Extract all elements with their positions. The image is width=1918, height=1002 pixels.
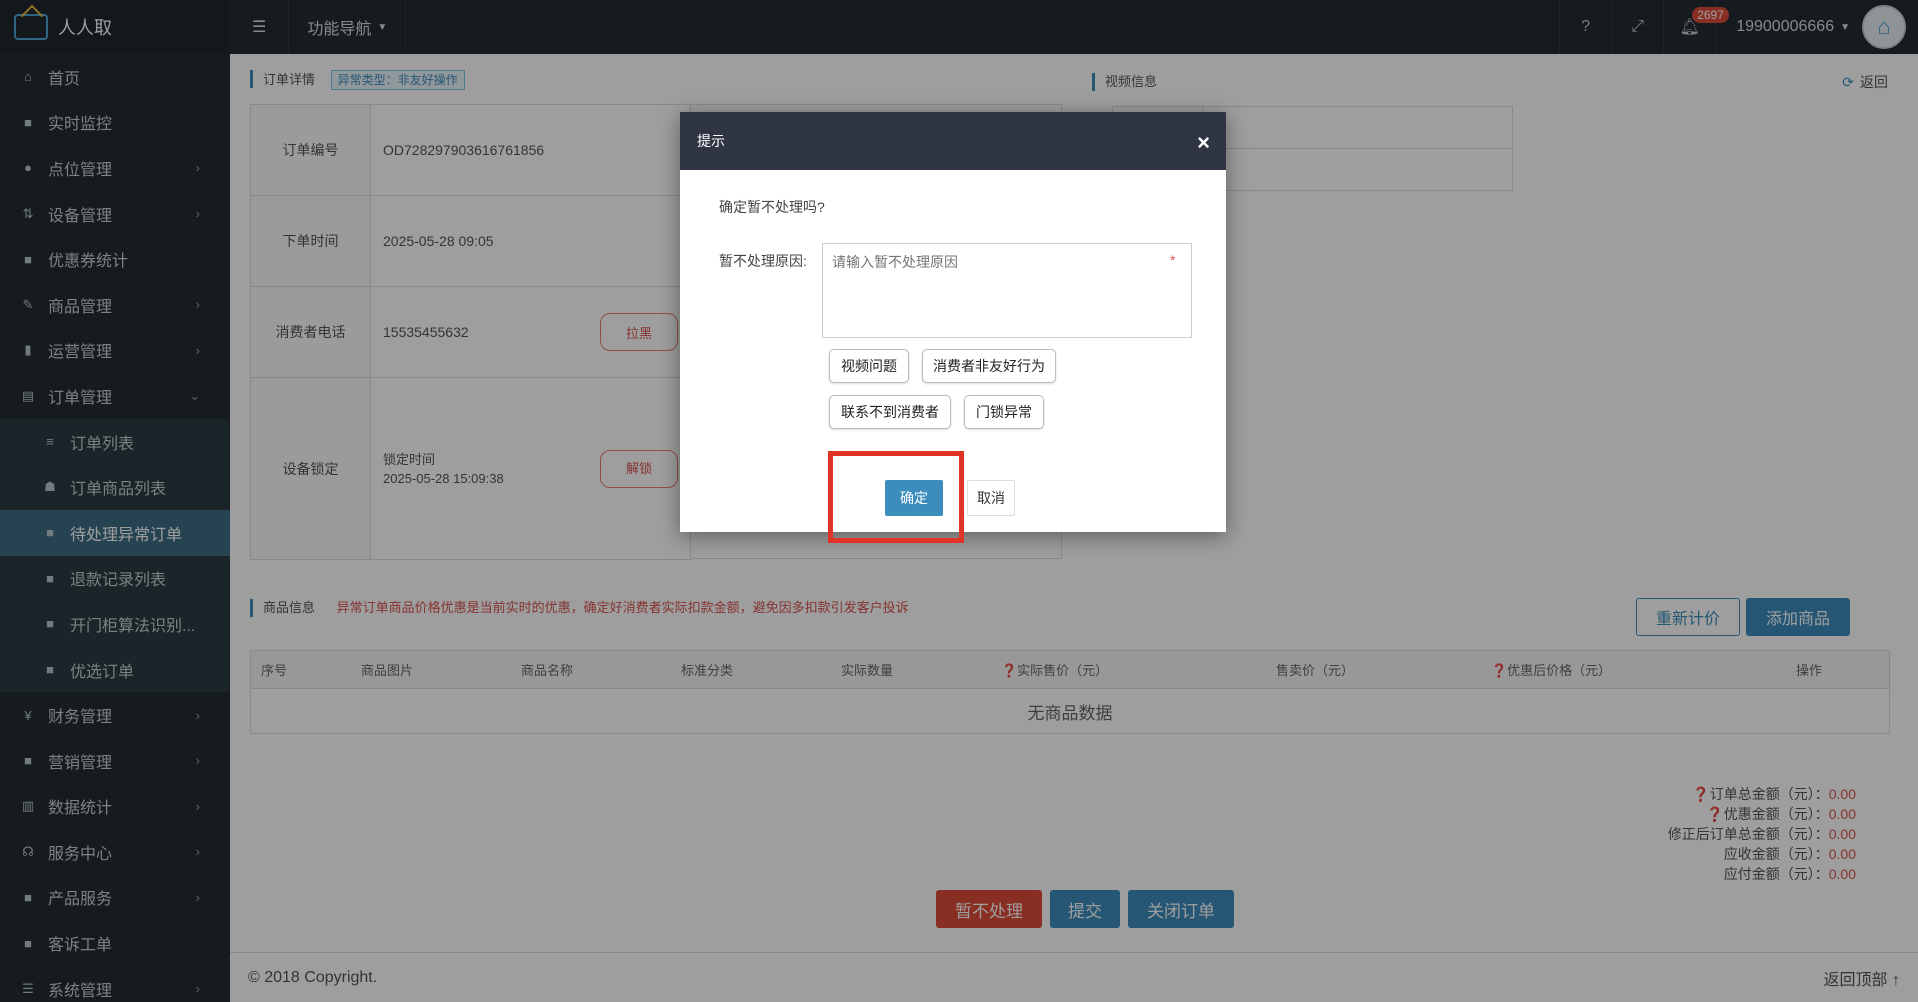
close-icon[interactable]: × <box>1197 130 1210 156</box>
dialog-question: 确定暂不处理吗? <box>719 199 825 215</box>
dialog-title: 提示 <box>697 133 725 149</box>
reason-chip-lock[interactable]: 门锁异常 <box>964 395 1044 429</box>
required-mark: * <box>1170 252 1176 268</box>
reason-chip-unreachable[interactable]: 联系不到消费者 <box>829 395 951 429</box>
highlight-box <box>828 451 964 543</box>
dialog-header: 提示 × <box>680 112 1226 170</box>
reason-input[interactable] <box>822 243 1192 338</box>
reason-label: 暂不处理原因: <box>719 253 807 269</box>
reason-chip-unfriendly[interactable]: 消费者非友好行为 <box>922 349 1056 383</box>
cancel-button[interactable]: 取消 <box>967 480 1015 516</box>
reason-chip-video[interactable]: 视频问题 <box>829 349 909 383</box>
